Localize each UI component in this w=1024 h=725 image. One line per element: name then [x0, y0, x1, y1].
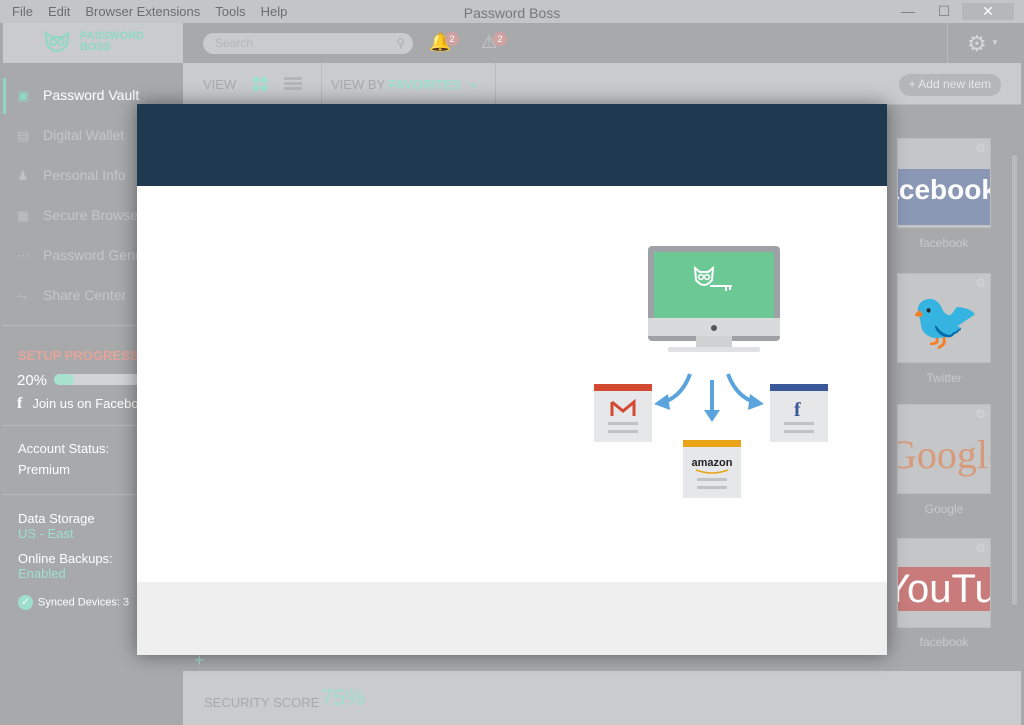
alerts-badge: 2: [493, 32, 507, 46]
view-label: VIEW: [203, 77, 237, 92]
modal-dialog: f amazon: [137, 104, 887, 655]
logo-line2: BOSS: [80, 41, 112, 53]
sidebar-item-label: Digital Wallet: [43, 127, 125, 143]
security-score-label: SECURITY SCORE: [204, 695, 320, 710]
youtube-logo-text: YouTube: [898, 567, 990, 611]
security-score-bar: SECURITY SCORE 75%: [183, 671, 1021, 725]
online-backups-label: Online Backups:: [18, 551, 113, 566]
check-icon: ✓: [18, 595, 33, 610]
facebook-window-icon: f: [770, 384, 828, 442]
google-logo: Google: [898, 431, 990, 478]
logo: PASSWORD BOSS: [3, 23, 183, 63]
generator-icon: ⋯: [17, 248, 30, 263]
minimize-button[interactable]: —: [890, 3, 926, 20]
sync-illustration: f amazon: [594, 246, 828, 498]
browser-icon: ▦: [17, 208, 30, 223]
modal-header: [137, 104, 887, 186]
synced-devices: ✓ Synced Devices: 3: [18, 595, 129, 610]
youtube-logo: YouTube: [898, 567, 990, 612]
tile-facebook[interactable]: facebook ⚙: [897, 138, 991, 228]
logo-text: PASSWORD BOSS: [80, 31, 144, 53]
synced-devices-label: Synced Devices:: [38, 596, 120, 609]
divider: [321, 63, 322, 105]
account-status-label: Account Status:: [18, 441, 110, 456]
add-new-item-button[interactable]: + Add new item: [898, 74, 1001, 96]
amazon-window-icon: amazon: [683, 440, 741, 498]
tile-google[interactable]: Google ⚙: [897, 404, 991, 494]
svg-text:f: f: [794, 399, 801, 421]
scrollbar[interactable]: [1012, 155, 1017, 605]
setup-progress-percent: 20%: [17, 372, 48, 389]
person-icon: ♟: [17, 168, 29, 183]
setup-progress-title: SETUP PROGRESS: [18, 348, 139, 363]
search-placeholder: Search: [215, 36, 254, 50]
close-button[interactable]: ✕: [962, 3, 1014, 20]
account-status-value: Premium: [18, 462, 71, 477]
share-icon: ⥊: [17, 288, 28, 303]
header-bar: Search ⚲ 🔔 2 ⚠ 2 ⚙ ▼: [183, 23, 1021, 63]
gear-icon[interactable]: ⚙: [975, 407, 986, 421]
tile-label: Twitter: [926, 371, 962, 385]
gear-icon[interactable]: ⚙: [975, 276, 986, 290]
twitter-bird-icon: 🐦: [910, 289, 980, 352]
gear-icon[interactable]: ⚙: [975, 541, 986, 555]
facebook-join-link[interactable]: f Join us on Facebook: [17, 395, 152, 413]
vault-icon: ▣: [17, 88, 30, 103]
chevron-down-icon: ▼: [991, 38, 999, 47]
setup-progress-fill: [54, 374, 74, 385]
gmail-window-icon: [594, 384, 652, 442]
notifications-badge: 2: [445, 32, 459, 46]
gear-icon[interactable]: ⚙: [975, 141, 986, 155]
tile-label: Google: [924, 502, 964, 516]
settings-menu[interactable]: ⚙ ▼: [947, 23, 1021, 63]
wallet-icon: ▤: [17, 128, 30, 143]
google-logo-text: Google: [898, 432, 990, 477]
view-by-dropdown[interactable]: VIEW BY FAVORITES ▼: [331, 77, 478, 92]
divider: [495, 63, 496, 105]
title-bar: File Edit Browser Extensions Tools Help …: [0, 0, 1024, 23]
view-by-label: VIEW BY: [331, 77, 386, 92]
view-by-value: FAVORITES: [388, 77, 461, 92]
search-icon: ⚲: [396, 36, 405, 50]
gear-icon: ⚙: [967, 31, 987, 56]
chevron-down-icon: ▼: [468, 81, 478, 91]
sidebar-item-label: Password Vault: [43, 87, 140, 103]
tile-label: facebook: [919, 635, 969, 649]
synced-devices-count: 3: [123, 596, 130, 609]
grid-view-icon[interactable]: [253, 77, 267, 91]
owl-logo-icon: [44, 30, 70, 52]
online-backups-value: Enabled: [18, 566, 66, 581]
list-view-icon[interactable]: [284, 77, 302, 91]
tile-youtube[interactable]: YouTube ⚙: [897, 538, 991, 628]
data-storage-label: Data Storage: [18, 511, 95, 526]
facebook-icon: f: [17, 395, 23, 412]
sidebar-item-label: Share Center: [43, 287, 127, 303]
data-storage-value: US - East: [18, 526, 74, 541]
tile-twitter[interactable]: 🐦 ⚙: [897, 273, 991, 363]
facebook-join-label: Join us on Facebook: [32, 396, 153, 411]
maximize-button[interactable]: ☐: [926, 3, 962, 20]
arrow-icons: [663, 373, 755, 412]
amazon-label: amazon: [692, 457, 733, 469]
sidebar-item-label: Personal Info: [43, 167, 126, 183]
sidebar-item-label: Secure Browser: [43, 207, 143, 223]
monitor-icon: [648, 246, 780, 352]
window-controls: — ☐ ✕: [890, 3, 1014, 20]
window-title: Password Boss: [463, 5, 561, 21]
toolbar: VIEW VIEW BY FAVORITES ▼ + Add new item: [183, 63, 1021, 105]
security-score-value: 75%: [321, 685, 366, 710]
tile-label: facebook: [919, 236, 969, 250]
facebook-logo: facebook: [898, 169, 990, 225]
modal-footer: [137, 582, 887, 655]
search-input[interactable]: Search ⚲: [203, 33, 413, 54]
